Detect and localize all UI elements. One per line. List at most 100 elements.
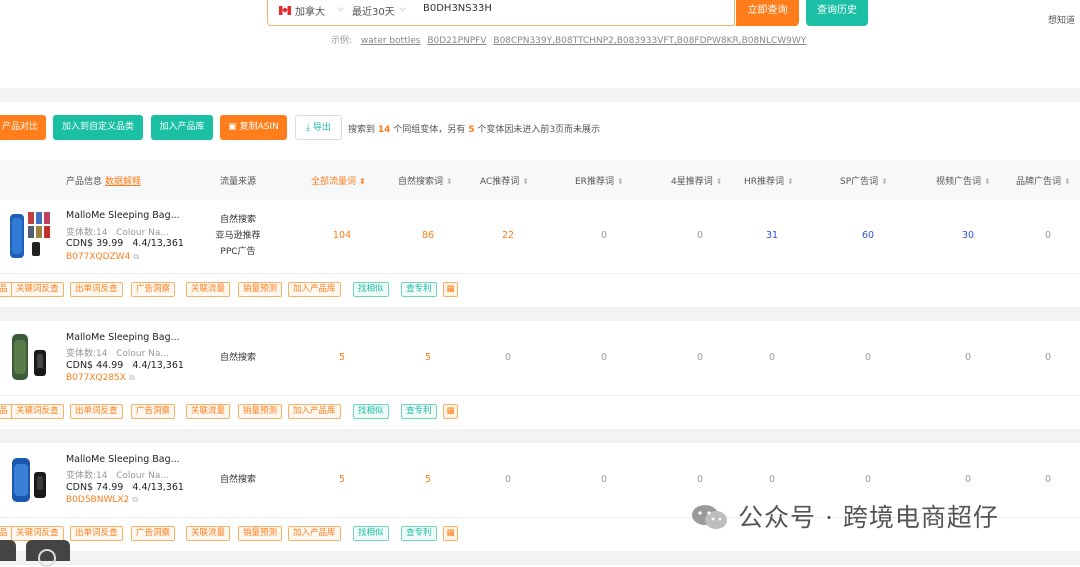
copy-asin-button[interactable]: ▣ 复制ASIN — [220, 115, 287, 140]
ad-insight-tag[interactable]: 广告洞察 — [131, 282, 176, 297]
find-similar-tag[interactable]: 找相似 — [353, 282, 389, 297]
floating-button[interactable] — [0, 540, 16, 561]
examples-line: 示例: water bottles B0D21PNPFV B08CPN339Y,… — [331, 33, 810, 46]
add-custom-category-button[interactable]: 加入到自定义品类 — [53, 115, 143, 140]
sales-forecast-tag[interactable]: 销量预测 — [238, 404, 283, 419]
variant-text: 变体数:14 — [66, 471, 108, 481]
info-count: 5 — [468, 125, 475, 135]
example-link[interactable]: B08CPN339Y,B08TTCHNP2,B083933VFT,B08FDPW… — [493, 36, 806, 46]
hr-value: 0 — [768, 474, 776, 485]
all-keywords-value[interactable]: 104 — [322, 230, 362, 241]
related-traffic-tag[interactable]: 关联流量 — [186, 526, 231, 541]
chat-icon — [38, 549, 56, 567]
organic-value[interactable]: 86 — [408, 230, 448, 241]
product-image[interactable] — [8, 454, 50, 504]
sp-value[interactable]: 60 — [848, 230, 888, 241]
sort-icon: ⬍ — [616, 177, 624, 186]
header-video[interactable]: 视频广告词 ⬍ — [936, 174, 991, 187]
keyword-reverse-tag[interactable]: 关键词反查 — [11, 526, 64, 541]
add-library-tag[interactable]: 加入产品库 — [288, 282, 341, 297]
sort-icon: ⬍ — [1064, 177, 1071, 186]
header-all-keywords[interactable]: 全部流量词 ⬍ — [311, 174, 366, 187]
er-value: 0 — [600, 474, 608, 485]
chat-button[interactable] — [26, 540, 70, 567]
chevron-down-icon: ⌵ — [399, 4, 406, 14]
add-product-library-button[interactable]: 加入产品库 — [151, 115, 213, 140]
sales-forecast-tag[interactable]: 销量预测 — [238, 282, 283, 297]
check-patent-tag[interactable]: 查专利 — [401, 526, 437, 541]
video-value: 0 — [964, 474, 972, 485]
product-image[interactable] — [8, 210, 50, 260]
header-label: AC推荐词 — [480, 177, 520, 187]
order-keyword-tag[interactable]: 出单词反查 — [70, 404, 123, 419]
check-patent-tag[interactable]: 查专利 — [401, 404, 437, 419]
info-text: 个同组变体，另有 — [393, 125, 466, 135]
keyword-reverse-tag[interactable]: 关键词反查 — [11, 282, 64, 297]
ad-insight-tag[interactable]: 广告洞察 — [131, 526, 176, 541]
find-similar-tag[interactable]: 找相似 — [353, 526, 389, 541]
history-button[interactable]: 查询历史 — [806, 0, 868, 26]
header-product-info: 产品信息 数据解释 — [66, 174, 141, 187]
period-select[interactable]: 最近30天 — [352, 3, 395, 18]
external-link-icon: ⧉ — [128, 373, 135, 382]
product-title[interactable]: MalloMe Sleeping Bag... — [66, 210, 180, 221]
find-similar-tag[interactable]: 找相似 — [353, 404, 389, 419]
header-hr[interactable]: HR推荐词 ⬍ — [744, 174, 794, 187]
product-title[interactable]: MalloMe Sleeping Bag... — [66, 332, 180, 343]
asin-link[interactable]: B077XQDZW4 ⧉ — [66, 252, 139, 262]
related-traffic-tag[interactable]: 关联流量 — [186, 282, 231, 297]
variant-count: 变体数:14 Colour Na... — [66, 468, 169, 481]
keyword-reverse-tag[interactable]: 关键词反查 — [11, 404, 64, 419]
source-item: 自然搜索 — [219, 215, 256, 225]
check-patent-tag[interactable]: 查专利 — [401, 282, 437, 297]
price: CDN$ 39.99 — [66, 238, 124, 249]
product-image[interactable] — [8, 332, 50, 382]
search-button[interactable]: 立即查询 — [736, 0, 799, 26]
calculator-icon[interactable]: ▦ — [443, 526, 458, 541]
export-button[interactable]: ⤓ 导出 — [295, 115, 342, 140]
watermark-text: 公众号 · 跨境电商超仔 — [738, 503, 999, 532]
related-traffic-tag[interactable]: 关联流量 — [186, 404, 231, 419]
add-library-tag[interactable]: 加入产品库 — [288, 404, 341, 419]
asin-link[interactable]: B0D5BNWLX2 ⧉ — [66, 495, 138, 505]
header-4star[interactable]: 4星推荐词 ⬍ — [671, 174, 722, 187]
asin-link[interactable]: B077XQ285X ⧉ — [66, 373, 135, 383]
asin-text: B077XQDZW4 — [66, 252, 131, 262]
order-keyword-tag[interactable]: 出单词反查 — [70, 282, 123, 297]
header-organic[interactable]: 自然搜索词 ⬍ — [398, 174, 453, 187]
example-link[interactable]: B0D21PNPFV — [427, 36, 486, 46]
calculator-icon[interactable]: ▦ — [443, 282, 458, 297]
sort-icon: ⬍ — [359, 177, 366, 186]
all-keywords-value[interactable]: 5 — [322, 352, 362, 363]
ad-insight-tag[interactable]: 广告洞察 — [131, 404, 176, 419]
hr-value[interactable]: 31 — [752, 230, 792, 241]
price: CDN$ 44.99 — [66, 360, 124, 371]
calculator-icon[interactable]: ▦ — [443, 404, 458, 419]
variant-text: 变体数:14 — [66, 349, 108, 359]
header-brand[interactable]: 品牌广告词 ⬍ — [1016, 174, 1071, 187]
product-title[interactable]: MalloMe Sleeping Bag... — [66, 454, 180, 465]
price-rating: CDN$ 44.99 4.4/13,361 — [66, 360, 184, 371]
all-keywords-value[interactable]: 5 — [322, 474, 362, 485]
brand-value: 0 — [1044, 352, 1052, 363]
example-link[interactable]: water bottles — [361, 36, 421, 46]
country-select[interactable]: 加拿大 — [295, 3, 325, 18]
order-keyword-tag[interactable]: 出单词反查 — [70, 526, 123, 541]
organic-value[interactable]: 5 — [408, 474, 448, 485]
data-help-link[interactable]: 数据解释 — [105, 177, 141, 187]
help-link[interactable]: 想知道 — [1048, 13, 1075, 26]
price-rating: CDN$ 74.99 4.4/13,361 — [66, 482, 184, 493]
header-sp[interactable]: SP广告词 ⬍ — [840, 174, 888, 187]
video-value[interactable]: 30 — [948, 230, 988, 241]
header-ac[interactable]: AC推荐词 ⬍ — [480, 174, 529, 187]
header-er[interactable]: ER推荐词 ⬍ — [575, 174, 624, 187]
row-gap — [0, 551, 1080, 565]
compare-button[interactable]: 产品对比 — [0, 115, 46, 140]
sales-forecast-tag[interactable]: 销量预测 — [238, 526, 283, 541]
organic-value[interactable]: 5 — [408, 352, 448, 363]
add-library-tag[interactable]: 加入产品库 — [288, 526, 341, 541]
search-input[interactable]: B0DH3NS33H — [423, 3, 492, 14]
ac-value[interactable]: 22 — [488, 230, 528, 241]
search-box[interactable]: 加拿大 ⌵ 最近30天 ⌵ B0DH3NS33H — [267, 0, 735, 26]
er-value: 0 — [600, 230, 608, 241]
